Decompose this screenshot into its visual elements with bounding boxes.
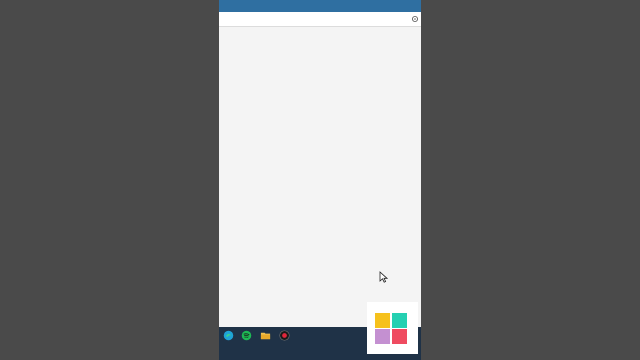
- title-bar: [219, 0, 421, 12]
- logo-tile-teal: [392, 313, 407, 328]
- edge-icon: [223, 330, 233, 341]
- brand-logo-card: [367, 302, 418, 354]
- logo-tile-yellow: [375, 313, 390, 328]
- settings-icon[interactable]: [411, 15, 419, 23]
- address-bar[interactable]: [219, 12, 421, 27]
- folder-icon: [260, 332, 270, 340]
- four-tile-logo: [375, 313, 408, 345]
- taskbar-app-spotify[interactable]: [238, 330, 254, 350]
- spotify-icon: [241, 330, 251, 341]
- taskbar-app-file-explorer[interactable]: [257, 330, 273, 350]
- logo-tile-red: [392, 329, 407, 344]
- main-content-area: [219, 27, 421, 327]
- taskbar-app-recorder[interactable]: [276, 330, 292, 350]
- record-icon: [278, 330, 290, 341]
- mouse-pointer-icon: [379, 271, 388, 283]
- taskbar-app-edge[interactable]: [220, 330, 236, 350]
- logo-tile-purple: [375, 329, 390, 344]
